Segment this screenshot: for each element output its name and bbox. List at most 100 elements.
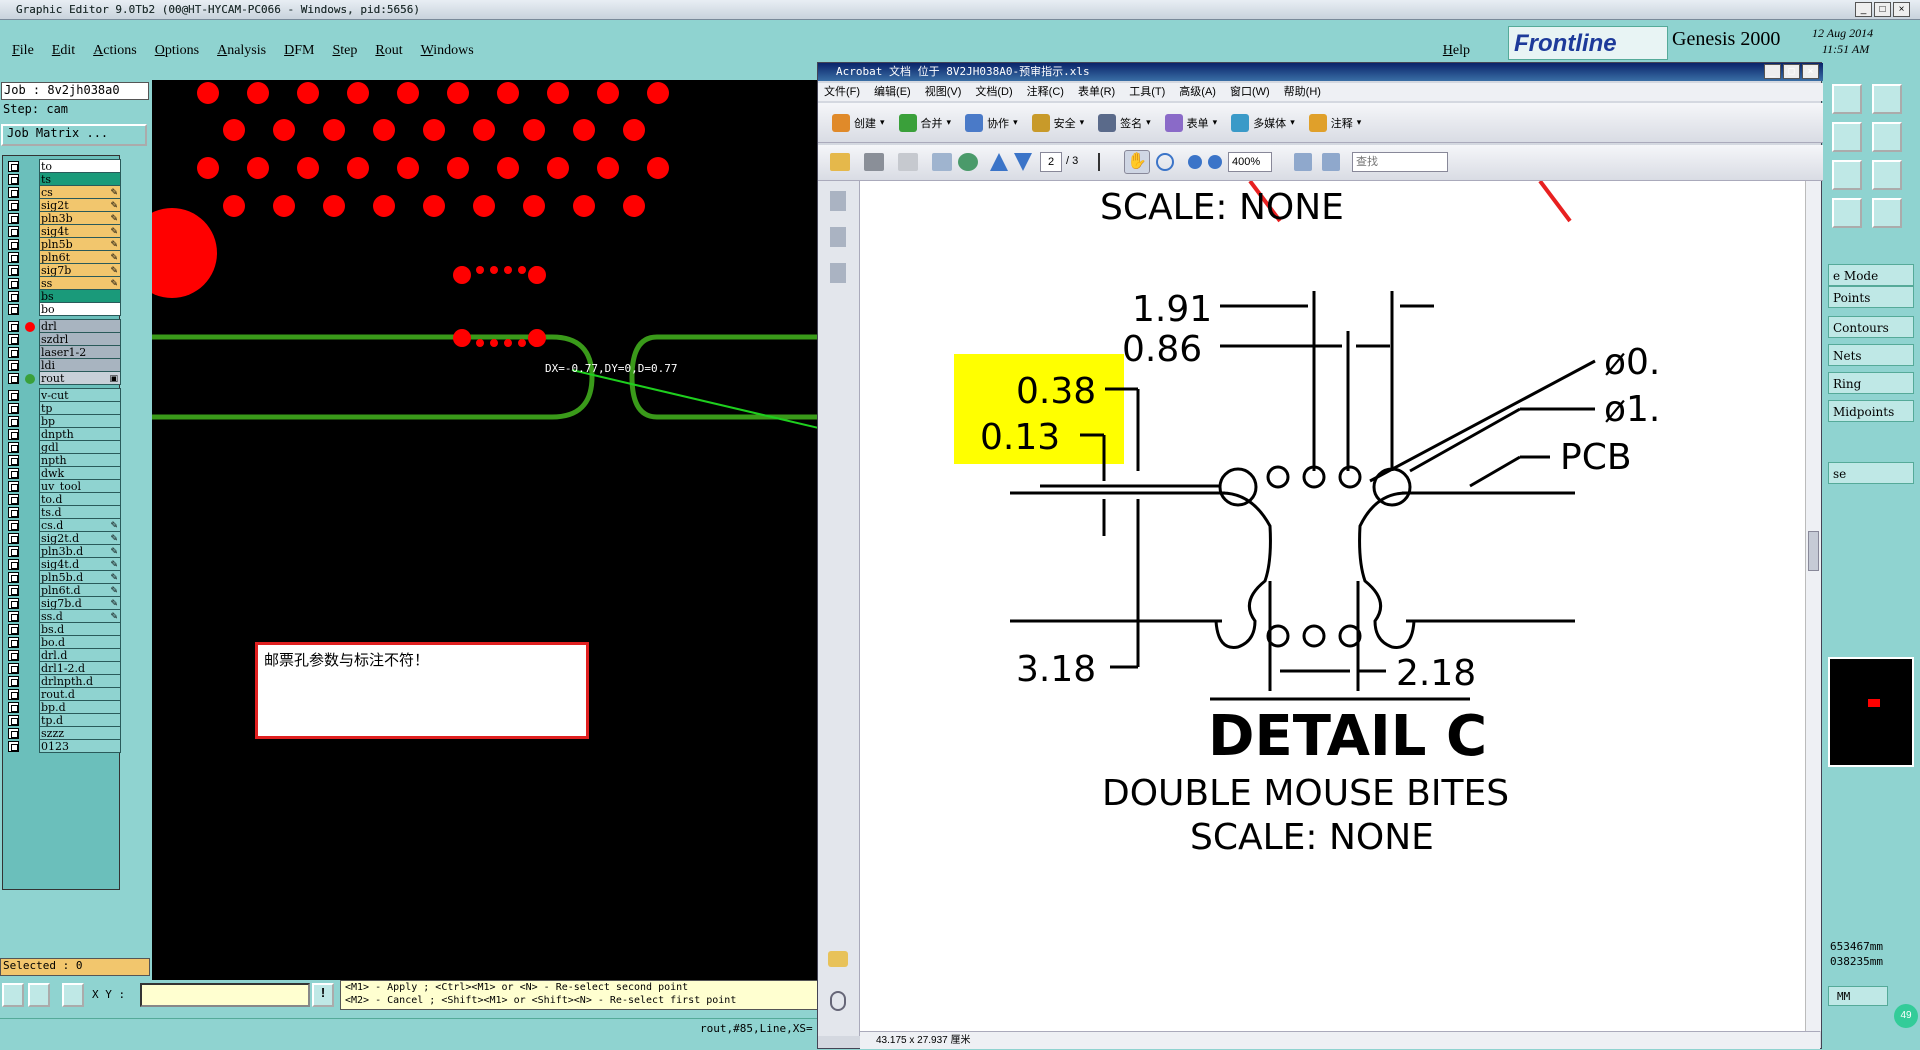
signatures-icon[interactable] <box>830 263 846 283</box>
layer-name[interactable]: ss ✎ <box>39 276 121 290</box>
info-icon[interactable]: ! <box>312 983 334 1007</box>
layer-name[interactable]: sig2t ✎ <box>39 198 121 212</box>
layer-name[interactable]: dwk <box>39 466 121 480</box>
zoom-out-icon[interactable] <box>1188 155 1202 169</box>
acrobat-maximize[interactable]: □ <box>1783 64 1800 79</box>
layer-checkbox[interactable] <box>8 416 19 427</box>
layer-checkbox[interactable] <box>8 304 19 315</box>
menu-edit[interactable]: Edit <box>52 43 75 59</box>
layer-checkbox[interactable] <box>8 252 19 263</box>
layer-checkbox[interactable] <box>8 559 19 570</box>
layer-name[interactable]: szzz <box>39 726 121 740</box>
acrobat-menu-item[interactable]: 文档(D) <box>975 83 1012 101</box>
layer-name[interactable]: tp <box>39 401 121 415</box>
layer-checkbox[interactable] <box>8 650 19 661</box>
layer-name[interactable]: tp.d <box>39 713 121 727</box>
menu-windows[interactable]: Windows <box>421 43 474 59</box>
pcb-view[interactable] <box>152 80 817 980</box>
acrobat-menu-item[interactable]: 工具(T) <box>1129 83 1165 101</box>
scale-icon[interactable] <box>1832 160 1862 190</box>
layer-checkbox[interactable] <box>8 468 19 479</box>
layer-name[interactable]: sig7b.d ✎ <box>39 596 121 610</box>
layer-name[interactable]: npth <box>39 453 121 467</box>
layer-checkbox[interactable] <box>8 494 19 505</box>
task-button[interactable]: 注释 ▾ <box>1308 113 1361 132</box>
layer-name[interactable]: pln3b ✎ <box>39 211 121 225</box>
snap-nets[interactable]: Nets <box>1828 344 1914 366</box>
layer-name[interactable]: pln6t ✎ <box>39 250 121 264</box>
snap-contours[interactable]: Contours <box>1828 316 1914 338</box>
layer-row-bo[interactable]: bo <box>3 302 121 317</box>
layer-name[interactable]: ts <box>39 172 121 186</box>
layer-checkbox[interactable] <box>8 265 19 276</box>
layer-checkbox[interactable] <box>8 611 19 622</box>
layer-name[interactable]: laser1-2 <box>39 345 121 359</box>
layer-name[interactable]: bo <box>39 302 121 316</box>
layer-name[interactable]: pln5b.d ✎ <box>39 570 121 584</box>
menu-actions[interactable]: Actions <box>93 43 137 59</box>
layer-checkbox[interactable] <box>8 429 19 440</box>
layer-checkbox[interactable] <box>8 702 19 713</box>
snap-points[interactable]: Points <box>1828 286 1914 308</box>
layer-checkbox[interactable] <box>8 663 19 674</box>
save-icon[interactable] <box>898 153 918 171</box>
acrobat-minimize[interactable]: _ <box>1764 64 1781 79</box>
close-button[interactable]: × <box>1893 2 1910 17</box>
layer-checkbox[interactable] <box>8 624 19 635</box>
acrobat-menu-item[interactable]: 注释(C) <box>1027 83 1064 101</box>
layer-name[interactable]: drl <box>39 319 121 333</box>
layer-checkbox[interactable] <box>8 598 19 609</box>
layer-checkbox[interactable] <box>8 715 19 726</box>
menu-help[interactable]: Help <box>1443 43 1470 59</box>
prev-page-icon[interactable] <box>990 153 1008 171</box>
layer-checkbox[interactable] <box>8 585 19 596</box>
layer-checkbox[interactable] <box>8 360 19 371</box>
email-icon[interactable] <box>932 153 952 171</box>
layer-name[interactable]: pln3b.d ✎ <box>39 544 121 558</box>
scroll-thumb[interactable] <box>1808 531 1819 571</box>
acrobat-menu-item[interactable]: 高级(A) <box>1179 83 1216 101</box>
layer-checkbox[interactable] <box>8 520 19 531</box>
mini-map[interactable] <box>1828 657 1914 767</box>
layer-checkbox[interactable] <box>8 481 19 492</box>
fit-width-icon[interactable] <box>1294 153 1312 171</box>
search-input[interactable] <box>1352 152 1448 172</box>
layer-name[interactable]: sig4t ✎ <box>39 224 121 238</box>
task-button[interactable]: 多媒体 ▾ <box>1231 113 1295 132</box>
layer-name[interactable]: bs.d <box>39 622 121 636</box>
layer-name[interactable]: bs <box>39 289 121 303</box>
zoom-in-icon[interactable] <box>1208 155 1222 169</box>
layer-checkbox[interactable] <box>8 278 19 289</box>
layer-checkbox[interactable] <box>8 442 19 453</box>
layer-checkbox[interactable] <box>8 390 19 401</box>
layer-name[interactable]: ldi <box>39 358 121 372</box>
layer-name[interactable]: sig7b ✎ <box>39 263 121 277</box>
home-icon[interactable] <box>1832 84 1862 114</box>
layer-name[interactable]: cs.d ✎ <box>39 518 121 532</box>
acrobat-close[interactable]: × <box>1802 64 1819 79</box>
menu-rout[interactable]: Rout <box>375 43 402 59</box>
task-button[interactable]: 签名 ▾ <box>1098 113 1151 132</box>
menu-file[interactable]: File <box>12 43 34 59</box>
layer-name[interactable]: cs ✎ <box>39 185 121 199</box>
acrobat-menu-item[interactable]: 视图(V) <box>925 83 962 101</box>
layer-name[interactable]: dnpth <box>39 427 121 441</box>
acrobat-menu-item[interactable]: 编辑(E) <box>874 83 911 101</box>
menu-analysis[interactable]: Analysis <box>217 43 266 59</box>
layer-name[interactable]: bp.d <box>39 700 121 714</box>
layer-name[interactable]: pln5b ✎ <box>39 237 121 251</box>
layer-name[interactable]: v-cut <box>39 388 121 402</box>
layer-checkbox[interactable] <box>8 239 19 250</box>
layer-checkbox[interactable] <box>8 676 19 687</box>
comments-icon[interactable] <box>828 951 848 967</box>
layer-checkbox[interactable] <box>8 373 19 384</box>
layer-checkbox[interactable] <box>8 403 19 414</box>
graphic-canvas[interactable]: DX=-0.77,DY=0,D=0.77 邮票孔参数与标注不符！ <box>152 80 817 980</box>
layer-checkbox[interactable] <box>8 728 19 739</box>
vertical-scrollbar[interactable] <box>1805 181 1821 1031</box>
attachments-icon[interactable] <box>830 991 846 1011</box>
layer-name[interactable]: uv_tool <box>39 479 121 493</box>
layers-icon[interactable] <box>1832 198 1862 228</box>
minimize-button[interactable]: _ <box>1855 2 1872 17</box>
layer-checkbox[interactable] <box>8 533 19 544</box>
